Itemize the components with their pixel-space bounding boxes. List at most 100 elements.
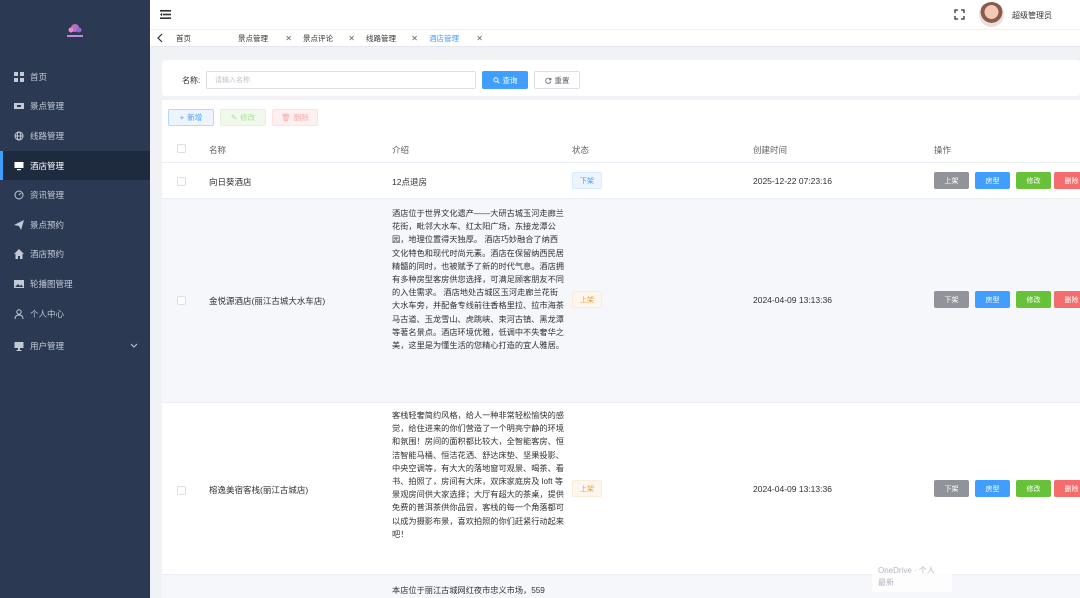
hotel-table-panel: + 新增 ✎ 修改 🗑 删除 名称 介绍 状态 创建时间 操作 向日葵酒店 12… <box>162 100 1080 598</box>
search-panel: 名称: 请输入名称 查询 重置 <box>162 60 1080 96</box>
tab-routes[interactable]: 线路管理 ✕ <box>360 30 422 47</box>
row-delete-button[interactable]: 删除 <box>1054 480 1080 497</box>
hotel-name: 向日葵酒店 <box>209 177 252 187</box>
select-all-checkbox[interactable] <box>177 144 186 153</box>
row-delete-button[interactable]: 删除 <box>1054 291 1080 308</box>
column-header-intro: 介绍 <box>392 145 410 155</box>
delete-button-label: 删除 <box>293 113 309 122</box>
plus-icon: + <box>179 113 185 122</box>
hotel-name: 榕逸美宿客栈(丽江古城店) <box>209 485 309 495</box>
status-badge: 下架 <box>572 172 602 189</box>
room-type-button[interactable]: 房型 <box>975 291 1010 308</box>
close-icon[interactable]: ✕ <box>348 34 355 43</box>
logo <box>64 20 86 40</box>
sidebar-item-8[interactable]: 个人中心 <box>0 299 150 329</box>
column-header-name: 名称 <box>209 145 227 155</box>
tab-label: 酒店管理 <box>429 34 459 43</box>
column-header-status: 状态 <box>572 145 590 155</box>
sidebar-item-label: 资讯管理 <box>30 190 65 201</box>
search-placeholder: 请输入名称 <box>215 77 250 84</box>
top-header: 超级管理员 <box>150 0 1080 30</box>
tab-label: 线路管理 <box>366 34 396 43</box>
hotel-intro: 酒店位于世界文化遗产——大研古城玉河走廊兰花街，毗邻大水车、红太阳广场，东接龙潭… <box>392 209 564 351</box>
created-time: 2024-04-09 13:13:36 <box>753 484 832 494</box>
reset-button[interactable]: 重置 <box>534 71 580 89</box>
tab-scenic-comments[interactable]: 景点评论 ✕ <box>297 30 359 47</box>
refresh-icon <box>544 77 551 84</box>
status-badge: 上架 <box>572 291 602 308</box>
room-type-button[interactable]: 房型 <box>975 480 1010 497</box>
room-type-button[interactable]: 房型 <box>975 172 1010 189</box>
close-icon[interactable]: ✕ <box>476 34 483 43</box>
image-icon <box>14 279 24 289</box>
send-icon <box>14 219 24 230</box>
row-delete-button[interactable]: 删除 <box>1054 172 1080 189</box>
pencil-icon: ✎ <box>230 113 238 122</box>
sidebar-item-label: 轮播图管理 <box>30 278 73 289</box>
sidebar-item-label: 酒店预约 <box>30 249 65 260</box>
created-time: 2024-04-09 13:13:36 <box>753 295 832 305</box>
grid-icon <box>14 71 24 82</box>
display-icon <box>14 341 24 352</box>
sidebar-menu: 首页景点管理线路管理酒店管理资讯管理景点预约酒店预约轮播图管理个人中心用户管理 <box>0 62 150 361</box>
status-badge: 上架 <box>572 480 602 497</box>
search-icon <box>492 76 500 84</box>
add-button[interactable]: + 新增 <box>168 109 214 126</box>
sidebar-item-7[interactable]: 轮播图管理 <box>0 269 150 299</box>
menu-toggle-icon[interactable] <box>160 9 171 20</box>
toggle-shelf-button[interactable]: 上架 <box>934 172 969 189</box>
tab-home[interactable]: 首页 <box>170 30 230 47</box>
reset-button-label: 重置 <box>554 75 570 85</box>
row-checkbox[interactable] <box>177 486 186 495</box>
chevron-down-icon[interactable] <box>130 341 138 349</box>
sidebar-item-2[interactable]: 线路管理 <box>0 121 150 151</box>
trash-icon: 🗑 <box>281 113 291 122</box>
sidebar-item-label: 线路管理 <box>30 130 65 141</box>
row-edit-button[interactable]: 修改 <box>1016 172 1051 189</box>
query-button-label: 查询 <box>502 75 518 85</box>
tab-label: 首页 <box>176 34 191 43</box>
tab-hotels[interactable]: 酒店管理 ✕ <box>423 30 487 47</box>
hotel-name: 金悦源酒店(丽江古城大水车店) <box>209 296 326 306</box>
edit-button[interactable]: ✎ 修改 <box>220 109 266 126</box>
toast-line-2: 最新 <box>878 578 894 587</box>
onedrive-toast[interactable]: OneDrive · 个人 最新 <box>872 562 952 592</box>
toggle-shelf-button[interactable]: 下架 <box>934 291 969 308</box>
sidebar-item-label: 景点预约 <box>30 219 65 230</box>
hotel-intro: 12点退房 <box>392 177 427 187</box>
toast-line-1: OneDrive · 个人 <box>878 566 935 575</box>
query-button[interactable]: 查询 <box>482 71 528 89</box>
row-edit-button[interactable]: 修改 <box>1016 480 1051 497</box>
column-header-created: 创建时间 <box>753 145 788 155</box>
row-checkbox[interactable] <box>177 296 186 305</box>
sidebar-item-9[interactable]: 用户管理 <box>0 331 150 361</box>
monitor-icon <box>14 161 24 171</box>
row-edit-button[interactable]: 修改 <box>1016 291 1051 308</box>
sidebar-item-4[interactable]: 资讯管理 <box>0 180 150 210</box>
close-icon[interactable]: ✕ <box>411 34 418 43</box>
sidebar-item-0[interactable]: 首页 <box>0 62 150 92</box>
fullscreen-icon[interactable] <box>954 9 965 20</box>
row-checkbox[interactable] <box>177 177 186 186</box>
sidebar-item-label: 个人中心 <box>30 308 65 319</box>
tabs-bar: 首页 景点管理 ✕ 景点评论 ✕ 线路管理 ✕ 酒店管理 ✕ <box>150 30 1080 47</box>
sidebar: 首页景点管理线路管理酒店管理资讯管理景点预约酒店预约轮播图管理个人中心用户管理 <box>0 0 150 598</box>
avatar[interactable] <box>979 2 1004 27</box>
sidebar-item-5[interactable]: 景点预约 <box>0 210 150 240</box>
delete-button[interactable]: 🗑 删除 <box>272 109 318 126</box>
tab-scenic[interactable]: 景点管理 ✕ <box>232 30 296 47</box>
search-input[interactable]: 请输入名称 <box>206 71 476 89</box>
username[interactable]: 超级管理员 <box>1012 10 1052 21</box>
tab-label: 景点评论 <box>303 34 333 43</box>
toggle-shelf-button[interactable]: 下架 <box>934 480 969 497</box>
user-icon <box>14 308 24 319</box>
sidebar-item-1[interactable]: 景点管理 <box>0 92 150 122</box>
chevron-left-icon[interactable] <box>156 33 164 43</box>
gauge-icon <box>14 190 24 200</box>
hotel-intro: 本店位于丽江古城网红夜市忠义市场，559 <box>392 586 545 595</box>
sidebar-item-label: 酒店管理 <box>30 160 65 171</box>
sidebar-item-label: 首页 <box>30 71 48 82</box>
sidebar-item-6[interactable]: 酒店预约 <box>0 240 150 270</box>
sidebar-item-3[interactable]: 酒店管理 <box>0 150 150 181</box>
close-icon[interactable]: ✕ <box>285 34 292 43</box>
